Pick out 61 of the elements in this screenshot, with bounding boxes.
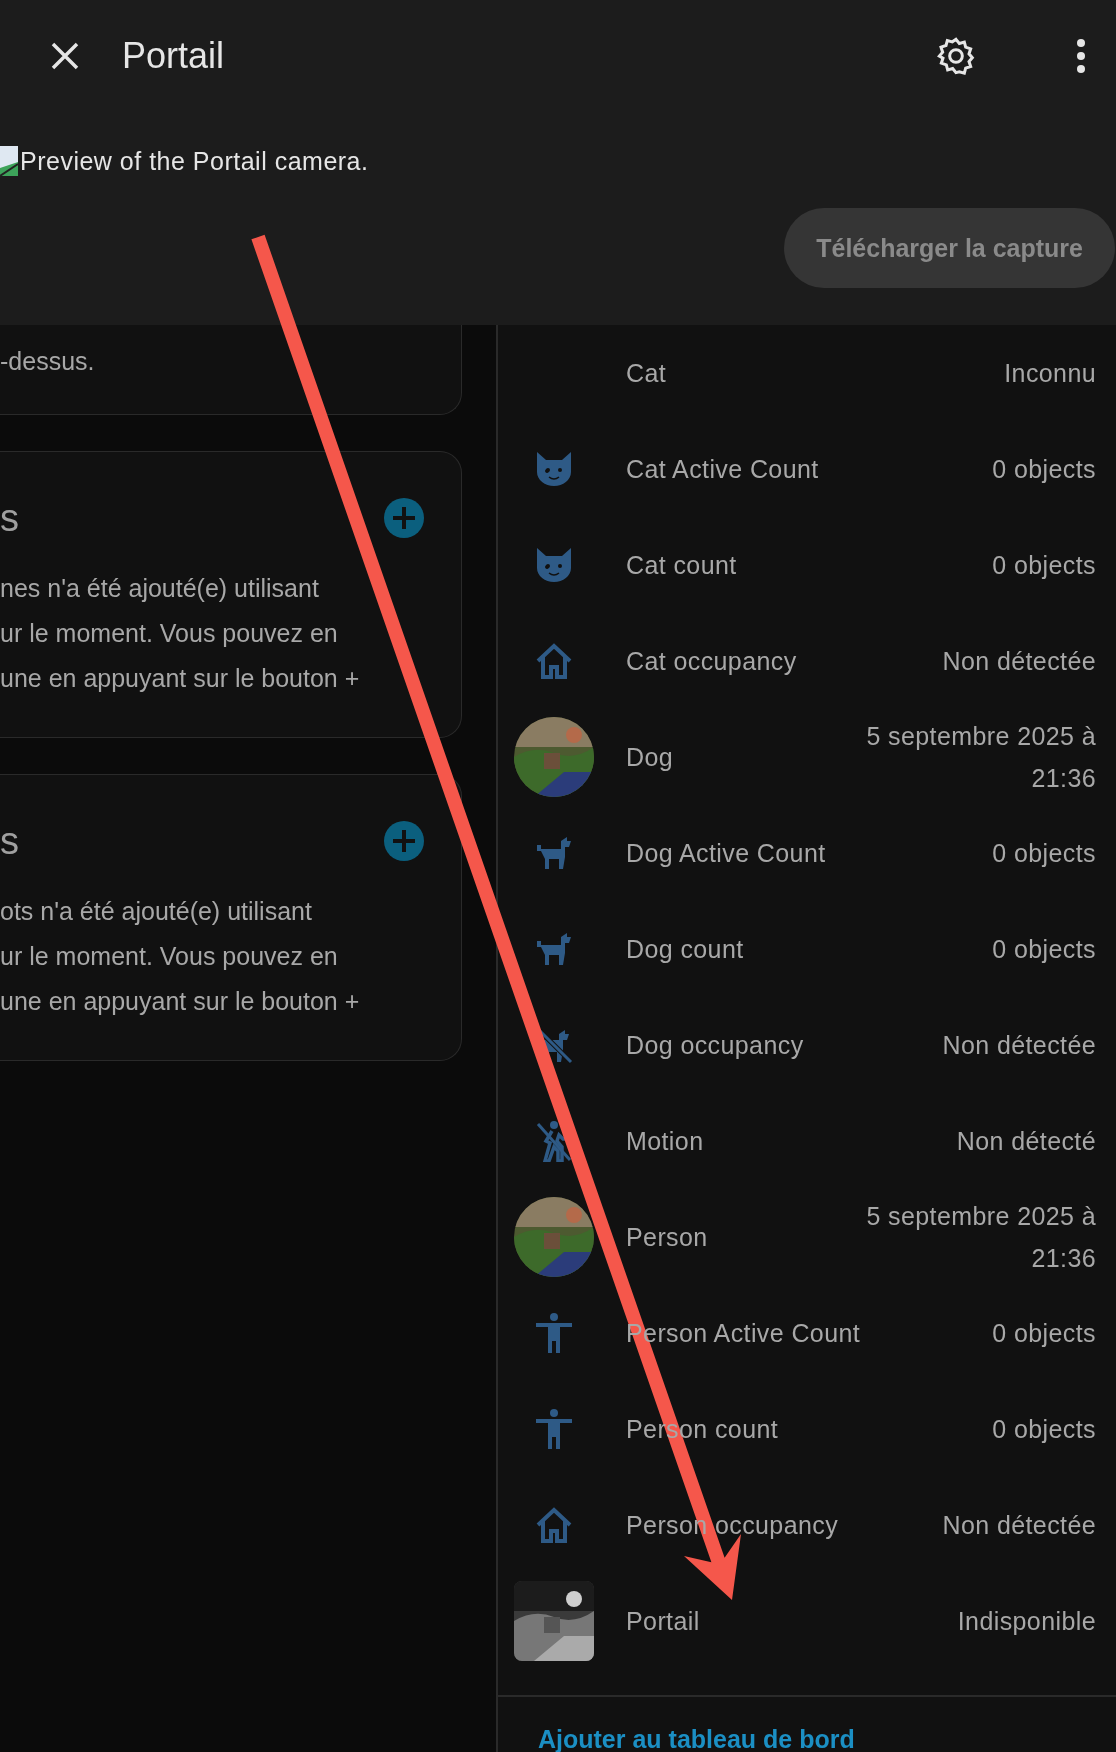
card-text: une en appuyant sur le bouton +: [0, 663, 361, 694]
card-text: nes n'a été ajouté(e) utilisant: [0, 573, 320, 604]
close-icon: [50, 41, 80, 71]
cat-icon: [534, 548, 574, 582]
download-capture-button[interactable]: Télécharger la capture: [784, 208, 1115, 288]
add-icon[interactable]: [383, 820, 425, 862]
entity-state: 0 objects: [992, 454, 1096, 485]
preview-alt-text: Preview of the Portail camera.: [20, 146, 369, 176]
entity-state: 5 septembre 2025 à 21:36: [865, 1201, 1096, 1274]
entity-state: 0 objects: [992, 1318, 1096, 1349]
entity-row[interactable]: Dog count 0 objects: [498, 901, 1116, 997]
entity-row[interactable]: Cat Active Count 0 objects: [498, 421, 1116, 517]
entity-name: Cat: [626, 358, 668, 388]
entity-name: Person: [626, 1222, 709, 1252]
entity-state: Indisponible: [957, 1606, 1096, 1637]
more-vertical-icon: [1076, 38, 1086, 74]
entity-name: Dog occupancy: [626, 1030, 805, 1060]
entity-state: 0 objects: [992, 838, 1096, 869]
card-heading: s: [0, 819, 19, 863]
entity-row[interactable]: Dog Active Count 0 objects: [498, 805, 1116, 901]
entity-name: Dog Active Count: [626, 838, 827, 868]
card-text: ur le moment. Vous pouvez en: [0, 618, 339, 649]
entity-name: Dog: [626, 742, 675, 772]
card-text: -dessus.: [0, 346, 96, 377]
entity-state: 0 objects: [992, 1414, 1096, 1445]
entity-name: Motion: [626, 1126, 705, 1156]
entity-state: Non détectée: [942, 1510, 1096, 1541]
card-heading: s: [0, 496, 19, 540]
entity-state: Non détectée: [942, 1030, 1096, 1061]
walking-person-off-icon: [534, 1120, 574, 1162]
card-text: ur le moment. Vous pouvez en: [0, 941, 339, 972]
card-text: ots n'a été ajouté(e) utilisant: [0, 896, 313, 927]
entity-name: Dog count: [626, 934, 745, 964]
person-icon: [536, 1313, 572, 1353]
entity-row[interactable]: Portail Indisponible: [498, 1573, 1116, 1669]
dialog-title: Portail: [122, 35, 226, 77]
entity-name: Cat count: [626, 550, 738, 580]
person-icon: [536, 1409, 572, 1449]
entity-state: 5 septembre 2025 à 21:36: [865, 721, 1096, 794]
entity-name: Portail: [626, 1606, 701, 1636]
entity-row[interactable]: Dog 5 septembre 2025 à 21:36: [498, 709, 1116, 805]
entity-row[interactable]: Cat count 0 objects: [498, 517, 1116, 613]
entity-state: 0 objects: [992, 550, 1096, 581]
cat-icon: [534, 452, 574, 486]
entity-name: Cat Active Count: [626, 454, 820, 484]
card-text: une en appuyant sur le bouton +: [0, 986, 361, 1017]
house-icon: [535, 1507, 573, 1543]
settings-icon: [936, 36, 976, 76]
entity-state: Inconnu: [1004, 358, 1096, 389]
entity-state: Non détecté: [956, 1126, 1096, 1157]
add-icon[interactable]: [383, 497, 425, 539]
entity-state: Non détectée: [942, 646, 1096, 677]
entity-row[interactable]: Cat occupancy Non détectée: [498, 613, 1116, 709]
house-icon: [535, 643, 573, 679]
entity-state: 0 objects: [992, 934, 1096, 965]
entity-row[interactable]: Cat Inconnu: [498, 325, 1116, 421]
entity-name: Cat occupancy: [626, 646, 798, 676]
dog-icon: [535, 931, 573, 967]
entity-row[interactable]: Motion Non détecté: [498, 1093, 1116, 1189]
dog-icon: [535, 835, 573, 871]
entity-row[interactable]: Person 5 septembre 2025 à 21:36: [498, 1189, 1116, 1285]
